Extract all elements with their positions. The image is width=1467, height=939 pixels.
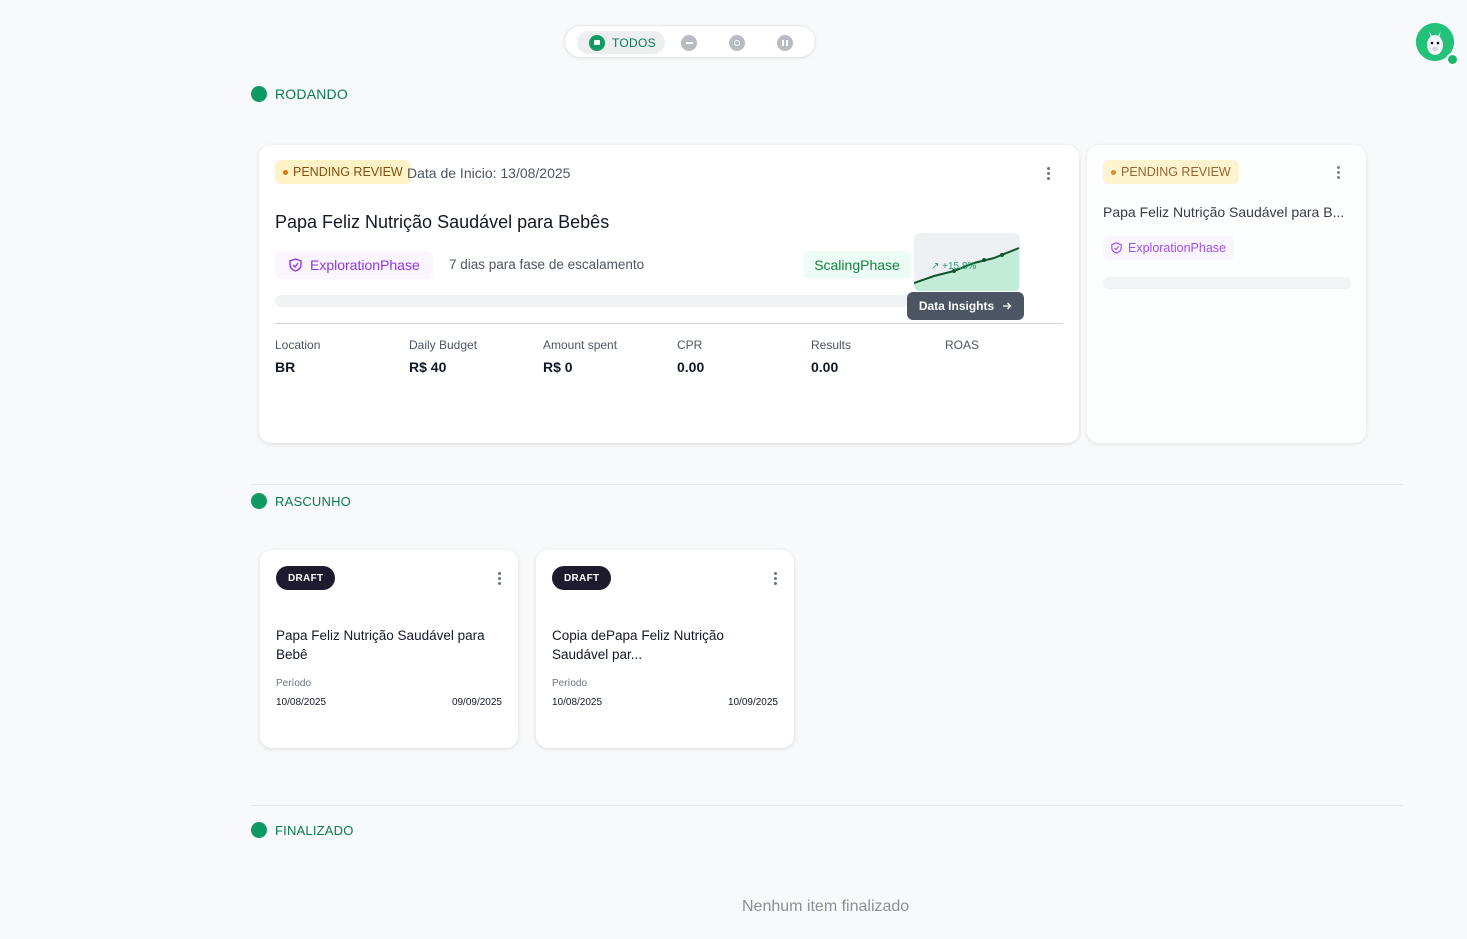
minus-circle-icon: [685, 42, 693, 44]
status-dot-icon: [283, 169, 288, 175]
section-bullet-icon: [251, 86, 267, 102]
campaign-title[interactable]: Papa Feliz Nutrição Saudável para B...: [1103, 204, 1344, 220]
filter-pause-button[interactable]: [777, 35, 793, 51]
metric-value-location: BR: [275, 359, 296, 375]
shield-icon: [289, 258, 302, 272]
section-bullet-icon: [251, 822, 267, 838]
section-draft-title: RASCUNHO: [275, 493, 351, 509]
trend-line-chart: ↗ +15.8%: [914, 247, 1020, 291]
draft-title[interactable]: Copia dePapa Feliz Nutrição Saudável par…: [552, 626, 752, 664]
draft-title[interactable]: Papa Feliz Nutrição Saudável para Bebê: [276, 626, 506, 664]
campaign-card-secondary[interactable]: PENDING REVIEW Papa Feliz Nutrição Saudá…: [1087, 145, 1366, 443]
shield-icon: [1111, 242, 1122, 254]
start-date: Data de Inicio: 13/08/2025: [407, 165, 571, 181]
period-end: 10/09/2025: [727, 697, 778, 708]
trend-point: [1000, 253, 1004, 257]
phase-progress-bar: [1103, 277, 1351, 289]
arrow-right-icon: [1003, 302, 1012, 310]
draft-card[interactable]: DRAFT Papa Feliz Nutrição Saudável para …: [260, 550, 518, 748]
section-running-title: RODANDO: [275, 86, 348, 102]
exploration-phase-label: ExplorationPhase: [1128, 241, 1226, 255]
exploration-phase-badge: ExplorationPhase: [1103, 236, 1234, 260]
status-badge-label: PENDING REVIEW: [1121, 165, 1231, 179]
scaling-phase-badge: ScalingPhase: [803, 251, 911, 279]
phase-note: 7 dias para fase de escalamento: [449, 257, 645, 272]
section-bullet-icon: [251, 493, 267, 509]
exploration-phase-label: ExplorationPhase: [310, 257, 420, 273]
card-menu-button[interactable]: [774, 572, 778, 585]
draft-card[interactable]: DRAFT Copia dePapa Feliz Nutrição Saudáv…: [536, 550, 794, 748]
section-finished-title: FINALIZADO: [275, 822, 354, 838]
pause-icon: [782, 40, 788, 46]
status-filter-bar: TODOS: [564, 25, 816, 58]
period-start: 10/08/2025: [276, 697, 327, 708]
metric-value-cpr: 0.00: [677, 359, 705, 375]
card-menu-button[interactable]: [498, 572, 502, 585]
metric-label-amount-spent: Amount spent: [543, 338, 618, 352]
metric-label-roas: ROAS: [945, 338, 980, 352]
section-finished-header: FINALIZADO: [251, 822, 354, 838]
data-insights-button[interactable]: Data Insights: [907, 292, 1024, 320]
filter-all-label: TODOS: [612, 35, 656, 50]
refresh-icon: [734, 40, 740, 46]
status-badge: PENDING REVIEW: [1103, 160, 1239, 184]
metric-value-results: 0.00: [811, 359, 839, 375]
exploration-phase-badge: ExplorationPhase: [275, 251, 433, 279]
status-dot-icon: [1111, 169, 1116, 175]
online-status-dot: [1446, 53, 1459, 66]
section-divider: [251, 484, 1403, 485]
metric-label-location: Location: [275, 338, 321, 352]
card-divider: [275, 323, 1063, 324]
draft-badge: DRAFT: [276, 566, 336, 590]
card-menu-button[interactable]: [1337, 166, 1341, 179]
trend-mini-chart[interactable]: ↗ +15.8%: [914, 233, 1020, 291]
section-divider: [251, 805, 1403, 806]
trend-point: [982, 258, 986, 262]
period-start: 10/08/2025: [552, 697, 603, 708]
empty-state-text: Nenhum item finalizado: [742, 898, 910, 915]
metric-value-amount-spent: R$ 0: [543, 359, 573, 375]
trend-change-label: ↗ +15.8%: [931, 261, 976, 272]
metric-label-cpr: CPR: [677, 338, 703, 352]
period-end: 09/09/2025: [451, 697, 502, 708]
folder-icon: [589, 34, 605, 51]
metric-label-daily-budget: Daily Budget: [409, 338, 478, 352]
campaign-title[interactable]: Papa Feliz Nutrição Saudável para Bebês: [275, 212, 609, 233]
metric-value-daily-budget: R$ 40: [409, 359, 447, 375]
metric-label-results: Results: [811, 338, 852, 352]
card-menu-button[interactable]: [1047, 167, 1051, 180]
period-label: Período: [276, 678, 312, 689]
phase-progress-bar: [275, 295, 915, 307]
section-draft-header: RASCUNHO: [251, 493, 351, 509]
status-badge: PENDING REVIEW: [275, 160, 411, 184]
status-badge-label: PENDING REVIEW: [293, 165, 403, 179]
filter-refresh-button[interactable]: [729, 35, 745, 51]
section-running-header: RODANDO: [251, 86, 348, 102]
campaigns-page: TODOS RODANDO PENDING REVIEW Data de Ini…: [0, 0, 1467, 939]
filter-all-button[interactable]: TODOS: [577, 31, 665, 54]
draft-badge: DRAFT: [552, 566, 612, 590]
period-label: Período: [552, 678, 588, 689]
data-insights-label: Data Insights: [918, 299, 995, 313]
filter-minus-button[interactable]: [681, 35, 697, 51]
